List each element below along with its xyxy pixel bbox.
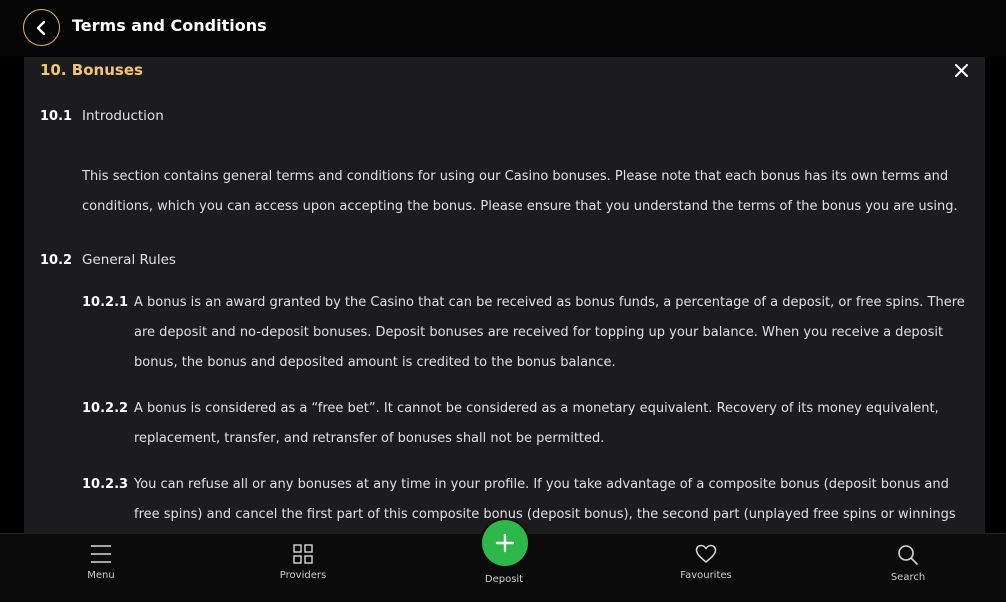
chevron-left-icon [36, 20, 45, 35]
nav-menu[interactable]: Menu [51, 534, 151, 602]
nav-favourites[interactable]: Favourites [656, 534, 756, 602]
section-title: 10. Bonuses [40, 61, 143, 79]
clause-heading-introduction: Introduction [82, 108, 164, 124]
nav-search[interactable]: Search [858, 534, 958, 602]
rule-number-10-2-3: 10.2.3 [82, 477, 129, 492]
heart-icon [695, 544, 717, 563]
intro-paragraph: This section contains general terms and … [82, 169, 958, 214]
nav-providers-label: Providers [279, 570, 327, 581]
back-button[interactable] [23, 9, 60, 46]
rule-text-10-2-2: A bonus is considered as a “free bet”. I… [134, 401, 939, 446]
rule-number-10-2-2: 10.2.2 [82, 401, 129, 416]
close-icon [954, 63, 968, 77]
clause-heading-general-rules: General Rules [82, 252, 176, 268]
search-icon [898, 545, 918, 565]
hamburger-menu-icon [91, 545, 111, 563]
clause-number-10-1: 10.1 [40, 109, 73, 124]
nav-favourites-label: Favourites [680, 570, 732, 581]
rule-text-10-2-3: You can refuse all or any bonuses at any… [134, 477, 956, 522]
terms-section-panel: 10. Bonuses 10.1 Introduction This secti… [24, 57, 985, 533]
nav-providers[interactable]: Providers [253, 534, 353, 602]
grid-icon [293, 544, 313, 564]
close-button[interactable] [952, 61, 970, 79]
nav-menu-label: Menu [87, 570, 115, 581]
clause-number-10-2: 10.2 [40, 253, 73, 268]
rule-number-10-2-1: 10.2.1 [82, 295, 129, 310]
deposit-button[interactable] [482, 520, 528, 566]
page-title: Terms and Conditions [72, 16, 267, 35]
nav-deposit-label[interactable]: Deposit [454, 574, 554, 585]
rule-text-10-2-1: A bonus is an award granted by the Casin… [134, 295, 965, 370]
top-bar: Terms and Conditions [0, 0, 1006, 57]
plus-icon [495, 533, 515, 553]
nav-search-label: Search [890, 572, 926, 583]
